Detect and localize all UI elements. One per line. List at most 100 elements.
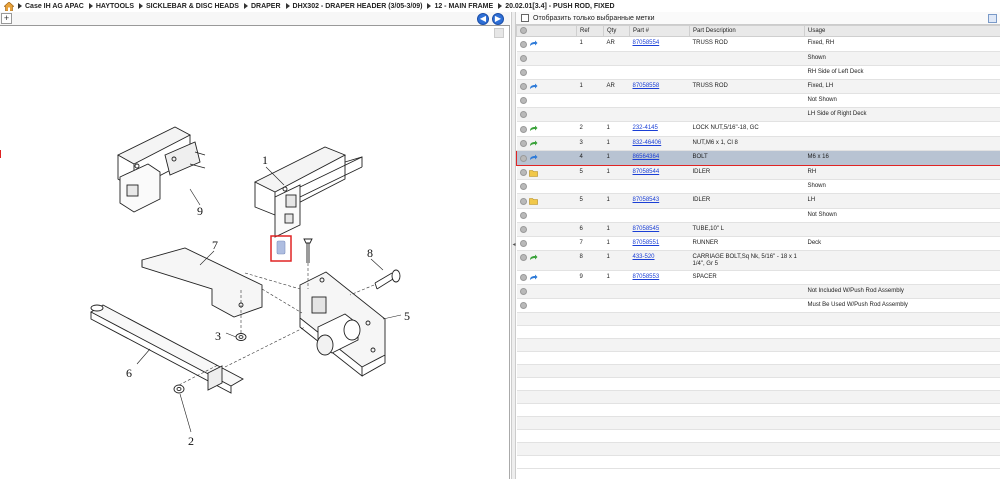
- row-select-icon[interactable]: [519, 225, 527, 233]
- table-row[interactable]: 6 1 87058545 TUBE,10" L: [516, 222, 1000, 237]
- part-6-tube[interactable]: [90, 304, 244, 394]
- breadcrumb-item[interactable]: DRAPER: [243, 3, 281, 10]
- part-number-link[interactable]: 87058551: [633, 240, 660, 246]
- row-select-icon[interactable]: [519, 302, 527, 309]
- part-1-truss-rod[interactable]: [253, 146, 363, 238]
- row-icons[interactable]: [516, 107, 577, 122]
- table-row[interactable]: 4 1 86564364 BOLT M6 x 16: [516, 150, 1000, 166]
- expand-button[interactable]: +: [1, 13, 12, 24]
- blue-arrow-icon[interactable]: [529, 83, 538, 91]
- part-number-link[interactable]: 832-46406: [633, 140, 662, 146]
- part-2-lock-nut[interactable]: [173, 384, 185, 394]
- row-select-icon[interactable]: [519, 111, 527, 118]
- blue-arrow-icon[interactable]: [529, 40, 538, 48]
- table-row[interactable]: RH Side of Left Deck: [516, 65, 1000, 80]
- table-row[interactable]: 2 1 232-4145 LOCK NUT,5/16"-18, GC: [516, 121, 1000, 137]
- header-ref[interactable]: Ref: [576, 25, 604, 37]
- table-row[interactable]: 3 1 832-46406 NUT,M6 x 1, Cl 8: [516, 136, 1000, 151]
- part-number-link[interactable]: 87058544: [633, 169, 660, 175]
- row-icons[interactable]: [516, 150, 577, 166]
- header-select[interactable]: [516, 25, 577, 37]
- select-all-icon[interactable]: [520, 27, 527, 35]
- breadcrumb-item[interactable]: 20.02.01[3.4] - PUSH ROD, FIXED: [498, 3, 615, 10]
- row-select-icon[interactable]: [519, 183, 527, 190]
- row-select-icon[interactable]: [519, 140, 527, 147]
- green-arrow-icon[interactable]: [529, 254, 538, 262]
- row-icons[interactable]: [516, 284, 577, 299]
- table-row[interactable]: 5 1 87058544 IDLER RH: [516, 165, 1000, 180]
- table-row[interactable]: Shown: [516, 179, 1000, 194]
- row-icons[interactable]: [516, 65, 577, 80]
- row-icons[interactable]: [516, 270, 577, 285]
- part-number-link[interactable]: 87058558: [633, 83, 660, 89]
- show-selected-only-checkbox[interactable]: [521, 14, 529, 22]
- row-icons[interactable]: [516, 193, 577, 209]
- part-number-link[interactable]: 87058545: [633, 226, 660, 232]
- breadcrumb-item[interactable]: HAYTOOLS: [88, 3, 134, 10]
- header-usage[interactable]: Usage: [804, 25, 1000, 37]
- table-row[interactable]: 5 1 87058543 IDLER LH: [516, 193, 1000, 209]
- part-number-link[interactable]: 433-520: [633, 254, 655, 260]
- row-icons[interactable]: [516, 236, 577, 251]
- breadcrumb-item[interactable]: DHX302 - DRAPER HEADER (3/05-3/09): [285, 3, 422, 10]
- header-qty[interactable]: Qty: [603, 25, 630, 37]
- breadcrumb-item[interactable]: 12 - MAIN FRAME: [427, 3, 493, 10]
- row-icons[interactable]: [516, 36, 577, 52]
- row-icons[interactable]: [516, 93, 577, 108]
- row-icons[interactable]: [516, 136, 577, 151]
- part-5-idler[interactable]: [299, 271, 386, 377]
- table-row[interactable]: Shown: [516, 51, 1000, 66]
- row-select-icon[interactable]: [519, 68, 527, 76]
- row-select-icon[interactable]: [519, 197, 527, 205]
- home-icon[interactable]: [4, 1, 14, 11]
- table-row[interactable]: Not Shown: [516, 208, 1000, 223]
- part-number-link[interactable]: 86564364: [633, 154, 660, 160]
- breadcrumb-item[interactable]: SICKLEBAR & DISC HEADS: [139, 3, 239, 10]
- part-7-runner[interactable]: [141, 247, 263, 318]
- part-3-nut[interactable]: [235, 333, 247, 341]
- row-icons[interactable]: [516, 165, 577, 180]
- row-select-icon[interactable]: [519, 211, 527, 219]
- table-row[interactable]: Must Be Used W/Push Rod Assembly: [516, 298, 1000, 313]
- row-icons[interactable]: [516, 79, 577, 94]
- table-row[interactable]: LH Side of Right Deck: [516, 107, 1000, 122]
- part-number-link[interactable]: 87058554: [633, 40, 660, 46]
- row-select-icon[interactable]: [519, 97, 527, 104]
- previous-diagram-button[interactable]: ◀: [477, 13, 489, 25]
- table-row[interactable]: Not Shown: [516, 93, 1000, 108]
- blue-arrow-icon[interactable]: [529, 274, 538, 282]
- table-row[interactable]: 7 1 87058551 RUNNER Deck: [516, 236, 1000, 251]
- table-row[interactable]: Not Included W/Push Rod Assembly: [516, 284, 1000, 299]
- table-row[interactable]: 9 1 87058553 SPACER: [516, 270, 1000, 285]
- table-row[interactable]: 1 AR 87058558 TRUSS ROD Fixed, LH: [516, 79, 1000, 94]
- part-number-link[interactable]: 232-4145: [633, 125, 658, 131]
- hotspot-ref-4[interactable]: [270, 235, 292, 262]
- row-icons[interactable]: [516, 51, 577, 66]
- part-number-link[interactable]: 87058543: [633, 197, 660, 203]
- green-arrow-icon[interactable]: [529, 125, 538, 133]
- row-select-icon[interactable]: [519, 274, 527, 281]
- row-icons[interactable]: [516, 208, 577, 223]
- row-select-icon[interactable]: [519, 54, 527, 62]
- table-row[interactable]: 8 1 433-520 CARRIAGE BOLT,Sq Nk, 5/16" - 18…: [516, 250, 1000, 271]
- part-4-bolt[interactable]: [303, 238, 313, 263]
- breadcrumb-item[interactable]: Case IH AG APAC: [18, 3, 84, 10]
- row-icons[interactable]: [516, 250, 577, 271]
- export-icon[interactable]: [988, 13, 997, 23]
- row-select-icon[interactable]: [519, 40, 527, 48]
- green-arrow-icon[interactable]: [529, 140, 538, 148]
- part-number-link[interactable]: 87058553: [633, 274, 660, 280]
- folder-icon[interactable]: [528, 197, 538, 205]
- row-select-icon[interactable]: [519, 254, 527, 261]
- folder-icon[interactable]: [528, 169, 538, 177]
- table-row[interactable]: 1 AR 87058554 TRUSS ROD Fixed, RH: [516, 36, 1000, 52]
- row-select-icon[interactable]: [520, 154, 527, 162]
- row-select-icon[interactable]: [519, 83, 527, 90]
- part-9-spacer[interactable]: [117, 126, 206, 213]
- row-select-icon[interactable]: [519, 169, 527, 176]
- row-icons[interactable]: [516, 222, 577, 237]
- row-select-icon[interactable]: [519, 288, 527, 295]
- row-select-icon[interactable]: [519, 239, 527, 247]
- next-diagram-button[interactable]: ▶: [492, 13, 504, 25]
- header-part-description[interactable]: Part Description: [689, 25, 805, 37]
